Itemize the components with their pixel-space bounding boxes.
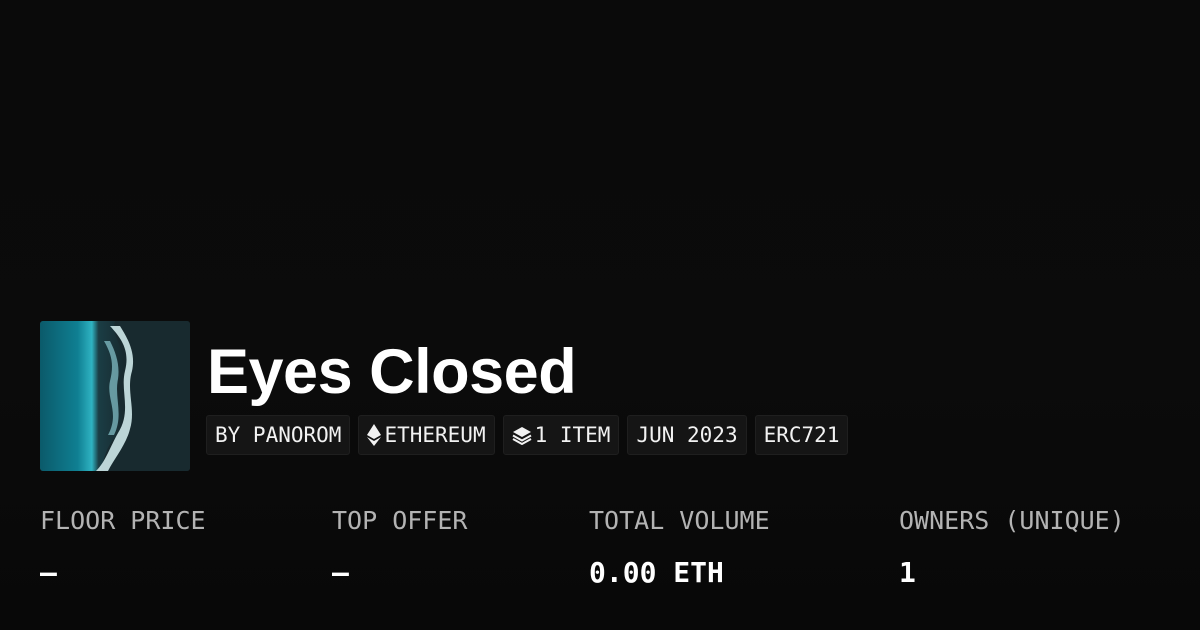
top-offer-stat: TOP OFFER —	[332, 505, 467, 590]
total-volume-value: 0.00 ETH	[589, 556, 724, 589]
collection-tags: BY PANOROM ETHEREUM 1 ITEM JUN 2023 ERC7…	[206, 415, 849, 455]
items-tag[interactable]: 1 ITEM	[502, 415, 620, 455]
collection-thumbnail[interactable]	[40, 321, 190, 471]
layers-icon	[512, 425, 532, 445]
owners-label: OWNERS (UNIQUE)	[899, 506, 1125, 535]
owners-value: 1	[899, 556, 916, 589]
standard-tag: ERC721	[754, 415, 849, 455]
ethereum-icon	[367, 424, 382, 446]
total-volume-stat: TOTAL VOLUME 0.00 ETH	[589, 505, 770, 590]
date-tag: JUN 2023	[627, 415, 747, 455]
date-tag-label: JUN 2023	[636, 423, 738, 447]
top-offer-value: —	[332, 556, 349, 589]
chain-tag-label: ETHEREUM	[384, 423, 486, 447]
collection-card: Eyes Closed BY PANOROM ETHEREUM 1 ITEM J…	[0, 0, 1200, 630]
standard-tag-label: ERC721	[763, 423, 840, 447]
total-volume-label: TOTAL VOLUME	[589, 506, 770, 535]
owners-stat: OWNERS (UNIQUE) 1	[899, 505, 1125, 590]
floor-price-label: FLOOR PRICE	[40, 506, 206, 535]
floor-price-value: —	[40, 556, 57, 589]
chain-tag[interactable]: ETHEREUM	[358, 415, 495, 455]
floor-price-stat: FLOOR PRICE —	[40, 505, 206, 590]
creator-tag-label: BY PANOROM	[215, 423, 342, 447]
ocean-wave-image	[40, 321, 190, 471]
top-offer-label: TOP OFFER	[332, 506, 468, 535]
items-tag-label: 1 ITEM	[534, 423, 611, 447]
creator-tag[interactable]: BY PANOROM	[206, 415, 351, 455]
collection-title: Eyes Closed	[207, 337, 577, 407]
